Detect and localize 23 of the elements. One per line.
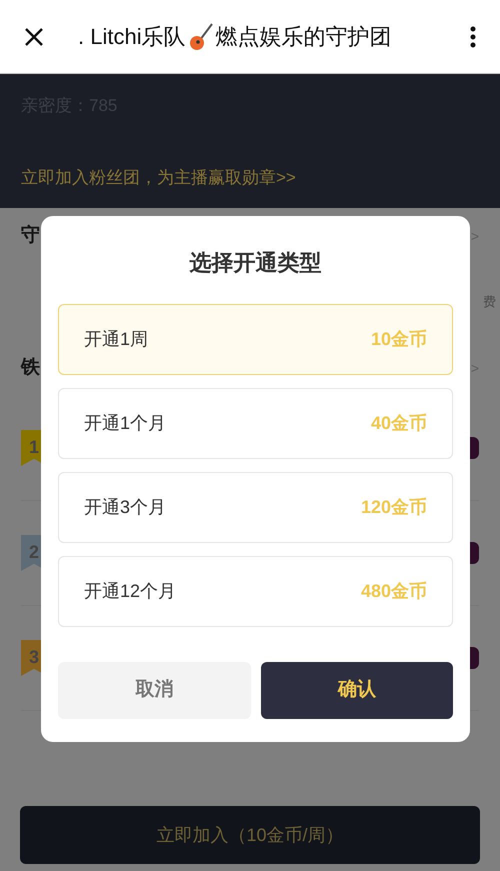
plan-price: 10金币 [370, 328, 427, 351]
join-fan-club-link[interactable]: 立即加入粉丝团，为主播赢取勋章>> [21, 164, 479, 190]
cancel-button[interactable]: 取消 [58, 662, 250, 719]
plan-label: 开通1个月 [84, 412, 166, 435]
plan-label: 开通3个月 [84, 496, 166, 519]
more-icon[interactable] [470, 26, 476, 48]
plan-option[interactable]: 开通12个月 480金币 [58, 556, 453, 627]
plan-label: 开通1周 [84, 328, 148, 351]
guitar-icon [188, 22, 214, 52]
section-heading: 铁 [21, 356, 40, 380]
confirm-button[interactable]: 确认 [260, 662, 453, 719]
section-heading: 守 [21, 224, 40, 248]
plan-price: 40金币 [370, 412, 427, 435]
close-icon[interactable] [24, 26, 44, 46]
plan-label: 开通12个月 [84, 580, 176, 603]
plan-option[interactable]: 开通3个月 120金币 [58, 472, 453, 543]
plan-price: 120金币 [360, 496, 427, 519]
dialog-title: 选择开通类型 [188, 249, 322, 277]
plan-option[interactable]: 开通1个月 40金币 [58, 388, 453, 459]
plan-option[interactable]: 开通1周 10金币 [58, 304, 453, 375]
page-title: . Litchi乐队 [78, 23, 186, 51]
plan-price: 480金币 [360, 580, 427, 603]
page-title: 燃点娱乐的守护团 [216, 23, 392, 51]
